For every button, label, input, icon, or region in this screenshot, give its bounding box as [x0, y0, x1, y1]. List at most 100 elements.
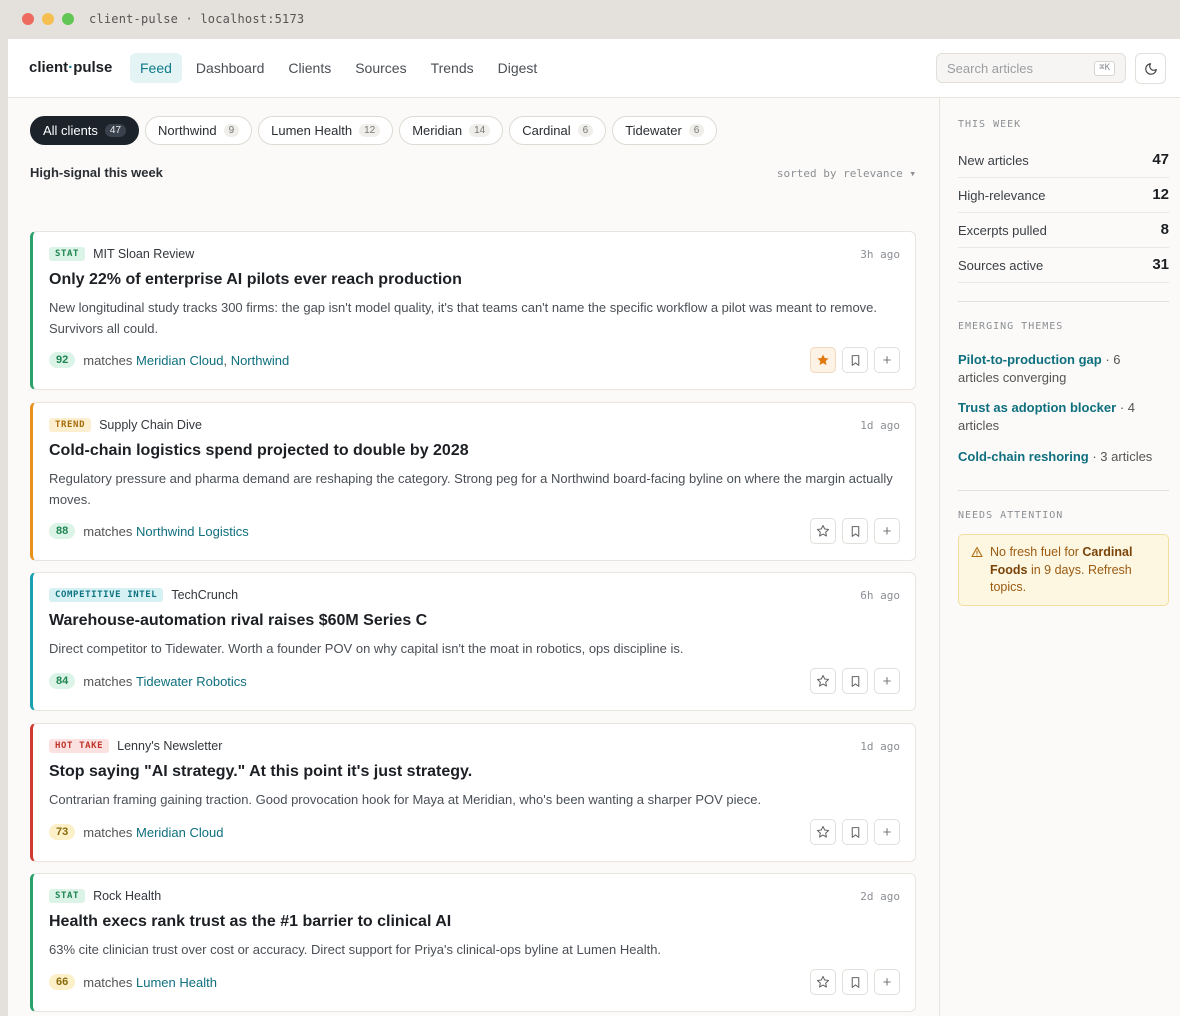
chip-count: 12 [359, 124, 381, 137]
article-card[interactable]: COMPETITIVE INTEL TechCrunch 6h ago Ware… [30, 572, 916, 711]
stat-label: New articles [958, 153, 1029, 168]
attention-message: No fresh fuel for Cardinal Foods in 9 da… [990, 545, 1133, 594]
client-link[interactable]: Tidewater Robotics [136, 674, 247, 689]
star-icon [816, 674, 830, 687]
maximize-window-button[interactable] [62, 13, 74, 25]
add-to-digest-button[interactable]: + [874, 347, 900, 373]
category-tag: COMPETITIVE INTEL [49, 588, 164, 602]
this-week-heading: THIS WEEK [958, 119, 1022, 130]
source-name: Supply Chain Dive [99, 418, 202, 432]
top-navbar: client·pulse Feed Dashboard Clients Sour… [8, 39, 1180, 98]
timestamp: 2d ago [860, 890, 900, 903]
star-icon [817, 354, 829, 366]
bookmark-button[interactable] [842, 819, 868, 845]
client-link[interactable]: Meridian Cloud [136, 825, 223, 840]
theme-link[interactable]: Trust as adoption blocker [958, 400, 1116, 415]
chip-label: Lumen Health [271, 123, 353, 138]
stat-excerpts-pulled: Excerpts pulled 8 [958, 213, 1169, 248]
minimize-window-button[interactable] [42, 13, 54, 25]
chip-label: Tidewater [625, 123, 682, 138]
card-actions: + [810, 819, 900, 845]
client-link[interactable]: Meridian Cloud [136, 353, 223, 368]
bookmark-icon [851, 976, 859, 988]
plus-icon: + [882, 522, 892, 540]
article-card[interactable]: HOT TAKE Lenny's Newsletter 1d ago Stop … [30, 723, 916, 862]
add-to-digest-button[interactable]: + [874, 819, 900, 845]
card-footer: 92 matches Meridian Cloud, Northwind [49, 352, 289, 368]
chip-label: Cardinal [522, 123, 571, 138]
bookmark-button[interactable] [842, 347, 868, 373]
plus-icon: + [882, 823, 892, 841]
article-card[interactable]: STAT Rock Health 2d ago Health execs ran… [30, 873, 916, 1012]
filter-chip-all-clients[interactable]: All clients 47 [30, 116, 140, 145]
star-button[interactable] [810, 819, 836, 845]
bookmark-icon [851, 826, 859, 838]
article-title[interactable]: Warehouse-automation rival raises $60M S… [49, 612, 427, 630]
card-meta: STAT MIT Sloan Review [49, 247, 194, 261]
sidebar-divider [958, 301, 1169, 302]
attention-alert[interactable]: No fresh fuel for Cardinal Foods in 9 da… [958, 534, 1169, 606]
stat-value: 47 [1152, 151, 1169, 168]
tab-clients[interactable]: Clients [278, 53, 341, 83]
search-shortcut-badge: ⌘K [1094, 61, 1115, 76]
theme-item: Cold-chain reshoring · 3 articles [958, 448, 1163, 466]
article-title[interactable]: Stop saying "AI strategy." At this point… [49, 763, 472, 781]
star-button[interactable] [810, 668, 836, 694]
tab-feed[interactable]: Feed [130, 53, 182, 83]
filter-chip-northwind[interactable]: Northwind 9 [145, 116, 253, 145]
stat-new-articles: New articles 47 [958, 143, 1169, 178]
stat-sources-active: Sources active 31 [958, 248, 1169, 283]
tab-dashboard[interactable]: Dashboard [186, 53, 275, 83]
client-link[interactable]: Lumen Health [136, 975, 217, 990]
filter-chip-tidewater[interactable]: Tidewater 6 [612, 116, 718, 145]
tab-sources[interactable]: Sources [345, 53, 416, 83]
star-icon [816, 975, 830, 988]
theme-link[interactable]: Pilot-to-production gap [958, 352, 1102, 367]
theme-item: Pilot-to-production gap · 6 articles con… [958, 351, 1163, 387]
app-window: client·pulse Feed Dashboard Clients Sour… [8, 39, 1180, 1016]
client-link[interactable]: Northwind [231, 353, 290, 368]
add-to-digest-button[interactable]: + [874, 668, 900, 694]
article-summary: Contrarian framing gaining traction. Goo… [49, 792, 762, 807]
star-button[interactable] [810, 347, 836, 373]
article-card[interactable]: STAT MIT Sloan Review 3h ago Only 22% of… [30, 231, 916, 390]
card-actions: + [810, 969, 900, 995]
star-icon [816, 825, 830, 838]
client-filter-bar: All clients 47 Northwind 9 Lumen Health 12 … [30, 116, 718, 145]
plus-icon: + [882, 351, 892, 369]
logo-text-left: client [29, 59, 69, 76]
article-title[interactable]: Cold-chain logistics spend projected to … [49, 442, 469, 460]
client-link[interactable]: Northwind Logistics [136, 524, 249, 539]
close-window-button[interactable] [22, 13, 34, 25]
add-to-digest-button[interactable]: + [874, 969, 900, 995]
category-tag: TREND [49, 418, 92, 432]
bookmark-button[interactable] [842, 969, 868, 995]
bookmark-button[interactable] [842, 518, 868, 544]
star-button[interactable] [810, 518, 836, 544]
app-logo[interactable]: client·pulse [29, 59, 112, 76]
tab-digest[interactable]: Digest [488, 53, 548, 83]
chip-count: 6 [577, 124, 594, 137]
article-title[interactable]: Health execs rank trust as the #1 barrie… [49, 913, 451, 931]
relevance-score: 92 [49, 352, 76, 368]
sort-dropdown[interactable]: sorted by relevance ▾ [777, 167, 916, 180]
search-input[interactable] [937, 54, 1087, 82]
theme-toggle-button[interactable] [1135, 53, 1166, 84]
filter-chip-cardinal[interactable]: Cardinal 6 [509, 116, 607, 145]
filter-chip-lumen-health[interactable]: Lumen Health 12 [258, 116, 394, 145]
card-actions: + [810, 668, 900, 694]
stat-value: 31 [1152, 256, 1169, 273]
bookmark-button[interactable] [842, 668, 868, 694]
article-card[interactable]: TREND Supply Chain Dive 1d ago Cold-chai… [30, 402, 916, 561]
timestamp: 3h ago [860, 248, 900, 261]
chip-label: Meridian [412, 123, 463, 138]
tab-trends[interactable]: Trends [421, 53, 484, 83]
source-name: Rock Health [93, 889, 162, 903]
theme-link[interactable]: Cold-chain reshoring [958, 449, 1089, 464]
article-summary: Regulatory pressure and pharma demand ar… [49, 471, 893, 507]
add-to-digest-button[interactable]: + [874, 518, 900, 544]
star-button[interactable] [810, 969, 836, 995]
feed-main: All clients 47 Northwind 9 Lumen Health 12 … [8, 98, 939, 1016]
filter-chip-meridian[interactable]: Meridian 14 [399, 116, 504, 145]
article-title[interactable]: Only 22% of enterprise AI pilots ever re… [49, 271, 462, 289]
